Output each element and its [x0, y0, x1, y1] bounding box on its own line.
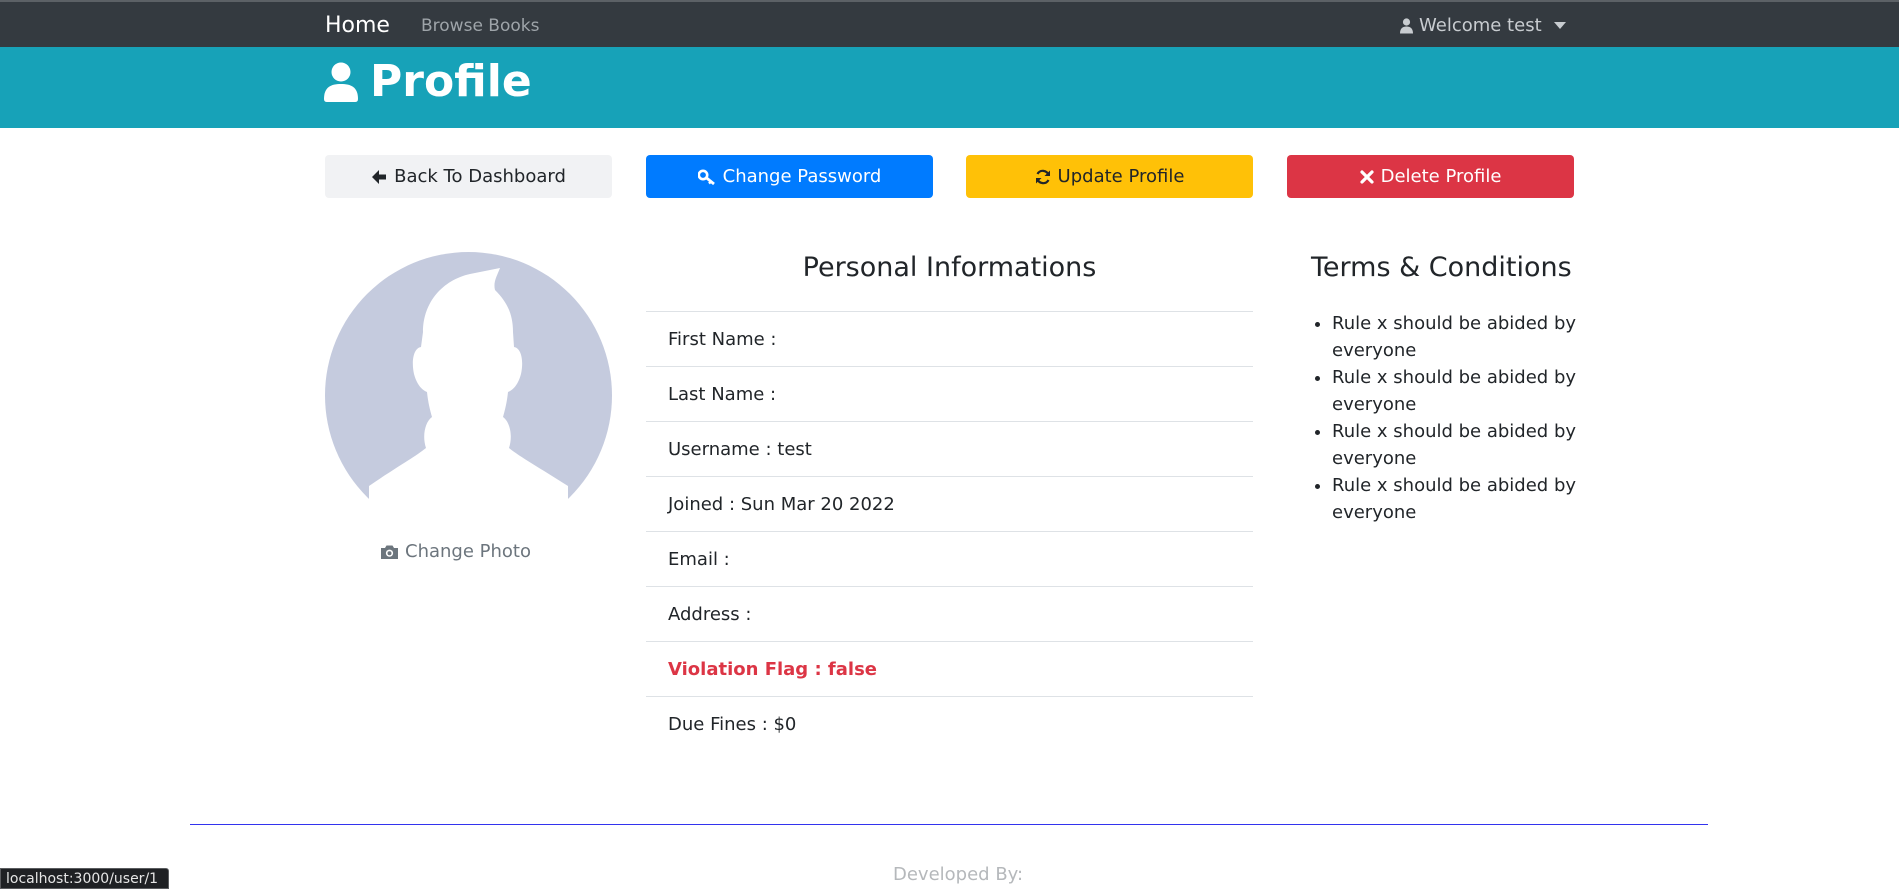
due-fines-row: Due Fines : $0 [646, 696, 1253, 751]
nav-browse-books-link[interactable]: Browse Books [421, 16, 539, 36]
terms-item: Rule x should be abided by everyone [1332, 418, 1592, 472]
footer-developed-by: Developed By: [893, 864, 1024, 885]
user-icon [324, 62, 358, 102]
chevron-down-icon [1553, 22, 1566, 29]
terms-item: Rule x should be abided by everyone [1332, 472, 1592, 526]
username-row: Username : test [646, 421, 1253, 476]
page-header: Profile [0, 47, 1899, 128]
change-photo-label: Change Photo [405, 541, 531, 562]
change-password-button[interactable]: Change Password [646, 155, 933, 198]
page-title-text: Profile [370, 56, 532, 107]
terms-item: Rule x should be abided by everyone [1332, 310, 1592, 364]
terms-list: Rule x should be abided by everyone Rule… [1311, 310, 1592, 526]
delete-profile-label: Delete Profile [1380, 166, 1502, 187]
avatar-placeholder-image [325, 252, 612, 502]
camera-icon [381, 545, 398, 559]
update-profile-button[interactable]: Update Profile [966, 155, 1253, 198]
personal-info-heading: Personal Informations [802, 252, 1097, 283]
first-name-row: First Name : [646, 311, 1253, 366]
welcome-label: Welcome test [1419, 15, 1542, 36]
footer-divider [190, 824, 1708, 825]
delete-profile-button[interactable]: Delete Profile [1287, 155, 1574, 198]
arrow-left-icon [372, 169, 387, 184]
user-menu-dropdown[interactable]: Welcome test [1400, 15, 1566, 36]
page-title: Profile [324, 56, 532, 107]
top-navbar: Home Browse Books Welcome test [0, 0, 1899, 47]
terms-item: Rule x should be abided by everyone [1332, 364, 1592, 418]
change-photo-link[interactable]: Change Photo [380, 541, 531, 562]
refresh-icon [1035, 169, 1050, 184]
nav-home-link[interactable]: Home [325, 13, 390, 38]
violation-flag-row: Violation Flag : false [646, 641, 1253, 696]
email-row: Email : [646, 531, 1253, 586]
last-name-row: Last Name : [646, 366, 1253, 421]
address-row: Address : [646, 586, 1253, 641]
close-icon [1359, 169, 1374, 184]
personal-info-list: First Name : Last Name : Username : test… [646, 311, 1253, 751]
back-to-dashboard-label: Back To Dashboard [394, 166, 566, 187]
key-icon [697, 169, 715, 185]
terms-heading: Terms & Conditions [1311, 252, 1572, 283]
user-icon [1400, 17, 1413, 33]
back-to-dashboard-button[interactable]: Back To Dashboard [325, 155, 612, 198]
browser-status-url: localhost:3000/user/1 [0, 868, 170, 889]
joined-row: Joined : Sun Mar 20 2022 [646, 476, 1253, 531]
profile-avatar [325, 252, 612, 502]
update-profile-label: Update Profile [1057, 166, 1185, 187]
change-password-label: Change Password [722, 166, 882, 187]
